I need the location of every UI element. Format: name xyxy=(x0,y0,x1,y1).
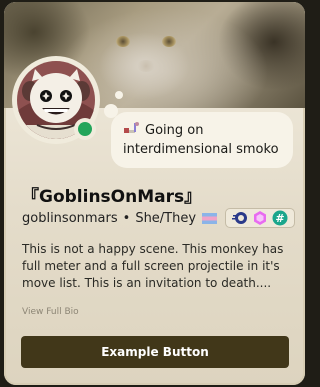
display-name: 『GoblinsOnMars』 xyxy=(22,187,202,207)
profile-card: Going on interdimensional smoko 『Goblins… xyxy=(4,2,305,385)
example-button[interactable]: Example Button xyxy=(21,336,289,368)
banner-monkey-nose xyxy=(137,60,155,72)
view-full-bio-link[interactable]: View Full Bio xyxy=(22,307,79,317)
status-bubble-tail-small xyxy=(115,91,123,99)
custom-status-bubble[interactable]: Going on interdimensional smoko xyxy=(111,112,293,168)
separator-dot: • xyxy=(122,210,131,226)
bio-text: This is not a happy scene. This monkey h… xyxy=(22,242,284,290)
nitro-boost-badge-icon[interactable] xyxy=(252,210,268,226)
banner-monkey-eye xyxy=(116,36,130,47)
profile-meta-row: goblinsonmars • She/They # xyxy=(22,208,296,228)
mixed-emoji-icon xyxy=(123,121,141,141)
online-status-icon xyxy=(78,122,92,136)
svg-text:#: # xyxy=(275,212,284,225)
pronouns: She/They xyxy=(135,210,197,226)
banner-monkey-eye xyxy=(162,36,176,47)
username: goblinsonmars xyxy=(22,210,118,226)
pronoun-flag-icon xyxy=(202,212,218,224)
badge-list: # xyxy=(225,208,296,228)
pomelo-hash-badge-icon[interactable]: # xyxy=(272,210,288,226)
quest-badge-icon[interactable] xyxy=(232,210,248,226)
custom-status-text: Going on interdimensional smoko xyxy=(123,123,279,157)
